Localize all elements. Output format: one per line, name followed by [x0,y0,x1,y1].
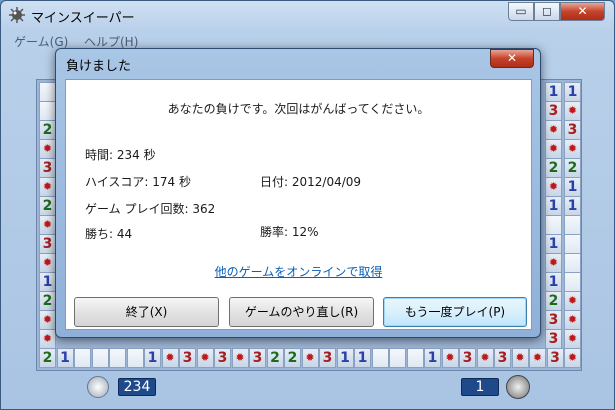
play-again-button[interactable]: もう一度プレイ(P) [383,297,527,327]
mine-icon[interactable]: ✹ [511,348,529,368]
board-cell-number[interactable]: 3 [319,348,336,368]
mine-icon[interactable]: ✹ [545,139,562,159]
mine-icon[interactable]: ✹ [161,348,179,368]
mine-icon[interactable]: ✹ [564,329,581,349]
board-cell[interactable] [91,348,109,368]
board-cell-number[interactable]: 2 [39,291,56,311]
board-cell-number[interactable]: 2 [545,291,562,311]
elapsed-time: 234 [118,378,156,396]
stat-high-score: ハイスコア: 174 秒 [85,175,191,189]
board-cell-number[interactable]: 1 [39,272,56,292]
board-cell-number[interactable]: 2 [39,120,56,140]
board-cell-number[interactable]: 3 [214,348,231,368]
mine-icon [9,7,25,23]
board-cell-number[interactable]: 3 [545,329,562,349]
board-cell[interactable] [564,215,581,235]
board-cell-number[interactable]: 3 [39,234,56,254]
stat-date: 日付: 2012/04/09 [260,175,362,189]
mine-icon[interactable]: ✹ [39,139,56,159]
mine-icon[interactable]: ✹ [545,253,562,273]
close-button[interactable]: ✕ [560,2,605,21]
game-lost-dialog: 負けました ✕ あなたの負けです。次回はがんばってください。 時間: 234 秒… [55,48,541,338]
board-cell-number[interactable]: 3 [459,348,476,368]
board-cell-number[interactable]: 2 [545,158,562,178]
board-cell-number[interactable]: 3 [249,348,266,368]
window-title: マインスイーパー [31,11,135,26]
stat-win-rate: 勝率: 12% [260,225,319,239]
stat-wins: 勝ち: 44 [85,227,133,241]
stat-games-played: ゲーム プレイ回数: 362 [85,202,216,216]
dialog-close-button[interactable]: ✕ [490,49,534,68]
board-cell-number[interactable]: 1 [564,196,581,216]
board-cell-number[interactable]: 1 [336,348,354,368]
board-cell-number[interactable]: 3 [179,348,196,368]
board-cell-number[interactable]: 1 [56,348,74,368]
board-cell[interactable] [564,253,581,273]
status-bar: 234 1 [2,371,613,409]
mine-icon[interactable]: ✹ [564,139,581,159]
board-cell-number[interactable]: 3 [39,158,56,178]
mine-icon[interactable]: ✹ [196,348,214,368]
mine-icon[interactable]: ✹ [545,177,562,197]
board-cell-number[interactable]: 1 [545,82,562,102]
board-cell-number[interactable]: 3 [564,120,581,140]
board-cell-number[interactable]: 1 [545,272,562,292]
board-cell[interactable] [564,272,581,292]
mine-icon [506,375,530,399]
board-cell[interactable] [389,348,406,368]
mine-icon[interactable]: ✹ [476,348,494,368]
board-cell-number[interactable]: 3 [546,348,564,368]
board-cell-number[interactable]: 3 [545,310,562,330]
mine-icon[interactable]: ✹ [564,348,581,368]
mine-icon[interactable]: ✹ [39,329,56,349]
dialog-body: あなたの負けです。次回はがんばってください。 時間: 234 秒 ハイスコア: … [65,79,532,330]
board-cell[interactable] [564,234,581,254]
board-cell[interactable] [371,348,389,368]
board-cell-number[interactable]: 1 [564,177,581,197]
lost-message: あなたの負けです。次回はがんばってください。 [167,102,430,116]
board-cell-number[interactable]: 1 [354,348,371,368]
board-cell-number[interactable]: 1 [545,196,562,216]
mine-icon[interactable]: ✹ [39,253,56,273]
dialog-title: 負けました [66,59,132,74]
board-cell-number[interactable]: 1 [144,348,161,368]
mine-icon[interactable]: ✹ [564,291,581,311]
mine-icon[interactable]: ✹ [564,310,581,330]
board-cell[interactable] [126,348,144,368]
board-cell-number[interactable]: 2 [39,196,56,216]
board-cell-number[interactable]: 3 [494,348,511,368]
board-cell-number[interactable]: 1 [545,234,562,254]
board-cell-number[interactable]: 2 [564,158,581,178]
title-bar[interactable]: マインスイーパー ▭ ◻ ✕ [1,1,614,29]
board-cell-number[interactable]: 1 [564,82,581,102]
stat-time: 時間: 234 秒 [85,148,156,162]
mine-icon[interactable]: ✹ [564,101,581,121]
mine-icon[interactable]: ✹ [529,348,546,368]
board-cell[interactable] [109,348,126,368]
maximize-button[interactable]: ◻ [534,2,560,21]
mine-icon[interactable]: ✹ [545,120,562,140]
board-cell-number[interactable]: 2 [284,348,301,368]
minimize-button[interactable]: ▭ [508,2,534,21]
mine-icon[interactable]: ✹ [441,348,459,368]
board-cell[interactable] [39,101,56,121]
board-cell[interactable] [545,215,562,235]
mine-icon[interactable]: ✹ [301,348,319,368]
mine-icon[interactable]: ✹ [39,215,56,235]
restart-button[interactable]: ゲームのやり直し(R) [229,297,374,327]
board-cell-number[interactable]: 1 [424,348,441,368]
mines-remaining: 1 [461,378,499,396]
board-cell[interactable] [74,348,91,368]
clock-icon [87,376,109,398]
exit-button[interactable]: 終了(X) [74,297,219,327]
online-games-link[interactable]: 他のゲームをオンラインで取得 [66,263,531,280]
board-cell-number[interactable]: 2 [39,348,56,368]
mine-icon[interactable]: ✹ [39,177,56,197]
mine-icon[interactable]: ✹ [39,310,56,330]
board-cell-number[interactable]: 2 [266,348,284,368]
mine-icon[interactable]: ✹ [231,348,249,368]
board-cell-number[interactable]: 3 [545,101,562,121]
board-cell[interactable] [406,348,424,368]
board-cell[interactable] [39,82,56,102]
